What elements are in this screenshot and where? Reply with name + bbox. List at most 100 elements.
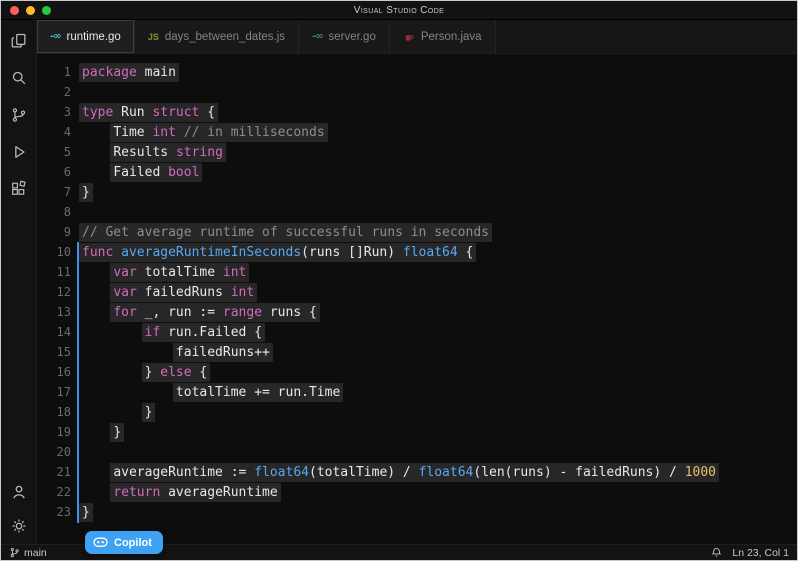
code-line-4[interactable]: 4 Time int // in milliseconds bbox=[37, 122, 797, 142]
line-number: 22 bbox=[37, 482, 71, 502]
line-number: 1 bbox=[37, 62, 71, 82]
js-icon: JS bbox=[148, 32, 159, 42]
source-control-icon bbox=[10, 106, 28, 124]
code-text: if run.Failed { bbox=[142, 323, 265, 342]
indent bbox=[79, 345, 173, 360]
line-number: 11 bbox=[37, 262, 71, 282]
code-text: } bbox=[79, 183, 93, 202]
line-number: 2 bbox=[37, 82, 71, 102]
code-text: package main bbox=[79, 63, 179, 82]
code-text: Failed bool bbox=[110, 163, 202, 182]
line-number: 10 bbox=[37, 242, 71, 262]
indent bbox=[79, 465, 110, 480]
code-line-6[interactable]: 6 Failed bool bbox=[37, 162, 797, 182]
tab-label: days_between_dates.js bbox=[165, 31, 285, 43]
status-bar-right: Ln 23, Col 1 bbox=[711, 547, 789, 559]
code-line-7[interactable]: 7} bbox=[37, 182, 797, 202]
source-control-button[interactable] bbox=[6, 103, 32, 127]
code-line-17[interactable]: 17 totalTime += run.Time bbox=[37, 382, 797, 402]
code-text: } bbox=[110, 423, 124, 442]
indent bbox=[79, 125, 110, 140]
editor[interactable]: 1 package main 23 type Run struct {4 Time i… bbox=[37, 54, 797, 544]
code-line-22[interactable]: 22 return averageRuntime bbox=[37, 482, 797, 502]
account-button[interactable] bbox=[6, 480, 32, 504]
code-line-18[interactable]: 18 } bbox=[37, 402, 797, 422]
code-line-21[interactable]: 21 averageRuntime := float64(totalTime) … bbox=[37, 462, 797, 482]
indent bbox=[79, 365, 142, 380]
explorer-button[interactable] bbox=[6, 29, 32, 53]
notifications-item[interactable] bbox=[711, 547, 722, 558]
close-button[interactable] bbox=[10, 6, 19, 15]
tab-runtime.go[interactable]: -∞ runtime.go bbox=[37, 20, 135, 53]
line-number: 18 bbox=[37, 402, 71, 422]
search-button[interactable] bbox=[6, 66, 32, 90]
indent bbox=[79, 405, 142, 420]
code-line-14[interactable]: 14 if run.Failed { bbox=[37, 322, 797, 342]
code-text: var failedRuns int bbox=[110, 283, 257, 302]
code-text: // Get average runtime of successful run… bbox=[79, 223, 492, 242]
code-lines: 1 package main 23 type Run struct {4 Time i… bbox=[37, 62, 797, 522]
tab-days_between_dates.js[interactable]: JS days_between_dates.js bbox=[135, 20, 299, 53]
code-text: totalTime += run.Time bbox=[173, 383, 343, 402]
indent bbox=[79, 145, 110, 160]
code-line-19[interactable]: 19 } bbox=[37, 422, 797, 442]
code-line-5[interactable]: 5 Results string bbox=[37, 142, 797, 162]
code-line-12[interactable]: 12 var failedRuns int bbox=[37, 282, 797, 302]
code-line-1[interactable]: 1 package main bbox=[37, 62, 797, 82]
tab-server.go[interactable]: -∞server.go bbox=[299, 20, 390, 53]
title-bar: Visual Studio Code bbox=[1, 1, 797, 20]
code-line-3[interactable]: 3 type Run struct { bbox=[37, 102, 797, 122]
code-line-20[interactable]: 20 bbox=[37, 442, 797, 462]
account-icon bbox=[10, 483, 28, 501]
line-number: 8 bbox=[37, 202, 71, 222]
code-line-11[interactable]: 11 var totalTime int bbox=[37, 262, 797, 282]
settings-button[interactable] bbox=[6, 514, 32, 538]
line-number: 3 bbox=[37, 102, 71, 122]
indent bbox=[79, 385, 173, 400]
line-number: 20 bbox=[37, 442, 71, 462]
tab-label: runtime.go bbox=[66, 31, 120, 43]
run-debug-button[interactable] bbox=[6, 140, 32, 164]
code-line-23[interactable]: 23} bbox=[37, 502, 797, 522]
go-icon: -∞ bbox=[50, 31, 60, 42]
status-bar-left: main bbox=[9, 547, 47, 559]
indent bbox=[79, 325, 142, 340]
copilot-icon bbox=[93, 537, 108, 548]
code-line-2[interactable]: 2 bbox=[37, 82, 797, 102]
code-line-15[interactable]: 15 failedRuns++ bbox=[37, 342, 797, 362]
tab-label: server.go bbox=[329, 31, 376, 43]
branch-status[interactable]: main bbox=[9, 547, 47, 559]
activity-bar-bottom bbox=[6, 480, 32, 538]
code-line-16[interactable]: 16 } else { bbox=[37, 362, 797, 382]
code-text: for _, run := range runs { bbox=[110, 303, 320, 322]
extensions-button[interactable] bbox=[6, 177, 32, 201]
line-number: 6 bbox=[37, 162, 71, 182]
code-text: } bbox=[79, 503, 93, 522]
tab-bar: -∞ runtime.go JS days_between_dates.js -∞ser… bbox=[37, 20, 797, 54]
tab-Person.java[interactable]: Person.java bbox=[390, 20, 496, 53]
explorer-icon bbox=[10, 32, 28, 50]
code-text: averageRuntime := float64(totalTime) / f… bbox=[110, 463, 719, 482]
line-number: 15 bbox=[37, 342, 71, 362]
search-icon bbox=[10, 69, 28, 87]
indent bbox=[79, 305, 110, 320]
code-text: } bbox=[142, 403, 156, 422]
line-number: 12 bbox=[37, 282, 71, 302]
code-line-9[interactable]: 9 // Get average runtime of successful ru… bbox=[37, 222, 797, 242]
code-line-13[interactable]: 13 for _, run := range runs { bbox=[37, 302, 797, 322]
code-text: type Run struct { bbox=[79, 103, 218, 122]
traffic-lights bbox=[10, 1, 51, 19]
minimize-button[interactable] bbox=[26, 6, 35, 15]
zoom-button[interactable] bbox=[42, 6, 51, 15]
bell-icon bbox=[711, 547, 722, 558]
window-title: Visual Studio Code bbox=[354, 5, 445, 16]
code-line-8[interactable]: 8 bbox=[37, 202, 797, 222]
line-number: 9 bbox=[37, 222, 71, 242]
copilot-button[interactable]: Copilot bbox=[85, 531, 163, 554]
run-debug-icon bbox=[10, 143, 28, 161]
line-number: 19 bbox=[37, 422, 71, 442]
code-line-10[interactable]: 10func averageRuntimeInSeconds(runs []Ru… bbox=[37, 242, 797, 262]
cursor-position[interactable]: Ln 23, Col 1 bbox=[732, 547, 789, 559]
branch-icon bbox=[9, 547, 20, 558]
editor-column: -∞ runtime.go JS days_between_dates.js -∞ser… bbox=[37, 20, 797, 544]
